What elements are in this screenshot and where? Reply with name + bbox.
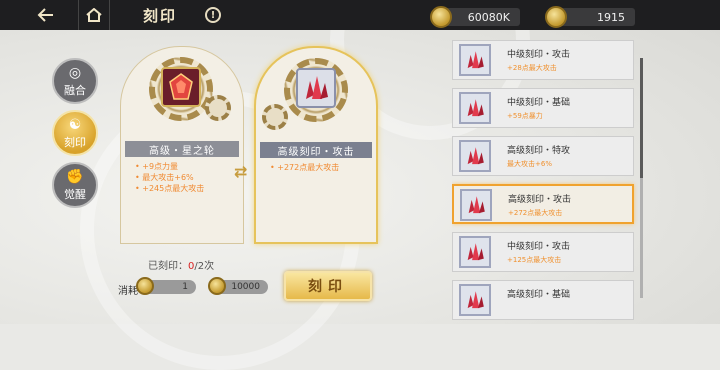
list-item[interactable]: 中级刻印・基础 +59点暴力 [452, 88, 634, 128]
scrollbar-thumb[interactable] [640, 58, 643, 178]
stat-line: • +272点最大攻击 [270, 163, 340, 172]
gold-counter: 60080K [430, 6, 520, 28]
target-card-stats: • +272点最大攻击 [270, 162, 339, 173]
star-wheel-gem-icon [161, 67, 201, 107]
gem-coin-icon [545, 6, 567, 28]
cost-gold: 10000 [208, 277, 268, 295]
list-item[interactable]: 中级刻印・攻击 +28点最大攻击 [452, 40, 634, 80]
small-gear [262, 104, 288, 130]
current-card-name: 高级・星之轮 [125, 141, 239, 157]
gold-coin-icon [430, 6, 452, 28]
tab-label: 觉醒 [64, 188, 86, 201]
special-crystal-icon [459, 140, 491, 172]
list-item[interactable]: 高级刻印・基础 [452, 280, 634, 320]
stat-line: • +245点最大攻击 [135, 184, 205, 193]
tab-engrave[interactable]: ☯ 刻印 [52, 110, 98, 156]
attack-crystal-icon [296, 68, 336, 108]
gem-counter: 1915 [545, 6, 635, 28]
info-button[interactable]: ! [200, 0, 226, 30]
target-engrave-card[interactable]: 高级刻印・攻击 • +272点最大攻击 [254, 46, 378, 244]
attack-crystal-icon [459, 236, 491, 268]
cost-label: 消耗 [118, 286, 138, 297]
engrave-button[interactable]: 刻印 [284, 271, 372, 301]
engrave-list[interactable]: 中级刻印・攻击 +28点最大攻击 中级刻印・基础 +59点暴力 高级刻印・特攻 … [452, 40, 638, 324]
engrave-count: 已刻印：0/2次 [148, 261, 215, 272]
stat-line: • +9点力量 [135, 162, 179, 171]
current-card-stats: • +9点力量 • 最大攻击+6% • +245点最大攻击 [135, 161, 204, 194]
tab-label: 融合 [64, 84, 86, 97]
stat-line: • 最大攻击+6% [135, 173, 194, 182]
home-button[interactable] [78, 0, 110, 30]
engrave-icon: ☯ [68, 117, 82, 133]
engrave-stone-icon [136, 277, 154, 295]
small-gear [205, 95, 231, 121]
attack-crystal-icon [460, 189, 492, 221]
swap-arrows-icon: ⇄ [234, 162, 248, 181]
gold-amount: 60080K [467, 10, 510, 24]
attack-crystal-icon [459, 44, 491, 76]
back-arrow-icon [37, 8, 53, 22]
basic-crystal-icon [459, 284, 491, 316]
current-engrave-card[interactable]: 高级・星之轮 • +9点力量 • 最大攻击+6% • +245点最大攻击 [120, 46, 244, 244]
home-icon [86, 8, 102, 22]
tab-fusion[interactable]: ◎ 融合 [52, 58, 98, 104]
gem-amount: 1915 [597, 10, 625, 24]
cost-item: 1 [136, 277, 196, 295]
tab-label: 刻印 [64, 136, 86, 149]
tab-awaken[interactable]: ✊ 觉醒 [52, 162, 98, 208]
top-bar: 刻印 ! 60080K 1915 [0, 0, 720, 30]
basic-crystal-icon [459, 92, 491, 124]
target-card-name: 高级刻印・攻击 [260, 142, 372, 158]
page-title: 刻印 [142, 6, 177, 25]
info-icon: ! [205, 7, 221, 23]
list-item[interactable]: 中级刻印・攻击 +125点最大攻击 [452, 232, 634, 272]
list-item[interactable]: 高级刻印・特攻 最大攻击+6% [452, 136, 634, 176]
gold-coin-icon [208, 277, 226, 295]
fusion-icon: ◎ [68, 65, 82, 81]
list-scrollbar[interactable] [640, 58, 643, 298]
list-item-selected[interactable]: 高级刻印・攻击 +272点最大攻击 [452, 184, 634, 224]
awaken-icon: ✊ [66, 169, 84, 185]
back-button[interactable] [28, 0, 64, 30]
